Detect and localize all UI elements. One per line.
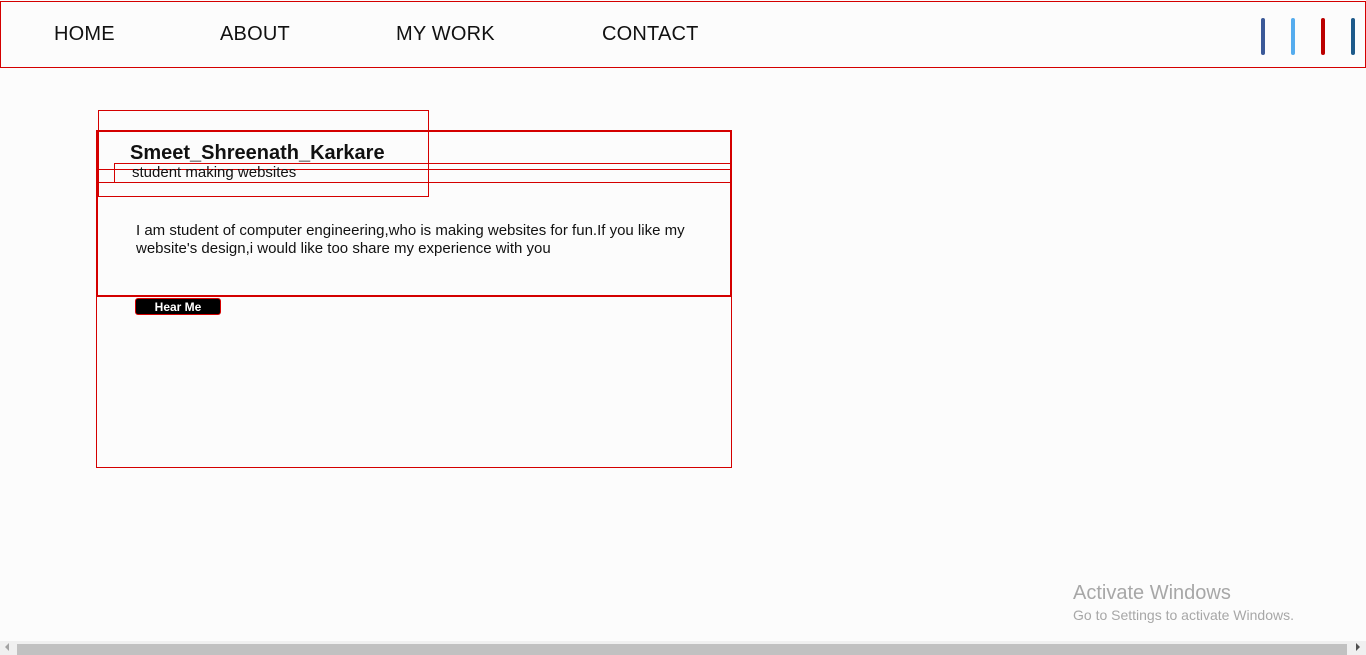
facebook-icon[interactable]	[1261, 18, 1265, 55]
nav-about-link[interactable]: ABOUT	[220, 23, 290, 46]
nav-my-work-link[interactable]: MY WORK	[396, 23, 495, 46]
hear-me-button[interactable]: Hear Me	[135, 298, 221, 315]
scroll-right-arrow-icon[interactable]	[1356, 643, 1360, 651]
scroll-left-arrow-icon[interactable]	[5, 643, 9, 651]
youtube-icon[interactable]	[1321, 18, 1325, 55]
top-navbar: HOME ABOUT MY WORK CONTACT	[0, 1, 1366, 68]
nav-home-link[interactable]: HOME	[54, 23, 115, 46]
watermark-title: Activate Windows	[1073, 582, 1231, 604]
activate-windows-watermark: Activate Windows Go to Settings to activ…	[1073, 581, 1294, 625]
nav-contact-link[interactable]: CONTACT	[602, 23, 699, 46]
horizontal-scrollbar[interactable]	[0, 641, 1366, 655]
scrollbar-thumb[interactable]	[17, 644, 1347, 655]
twitter-icon[interactable]	[1291, 18, 1295, 55]
profile-bio: I am student of computer engineering,who…	[136, 222, 685, 257]
profile-name: Smeet_Shreenath_Karkare	[130, 142, 385, 164]
watermark-subtitle: Go to Settings to activate Windows.	[1073, 607, 1294, 623]
profile-tagline: student making websites	[132, 164, 297, 181]
linkedin-icon[interactable]	[1351, 18, 1355, 55]
